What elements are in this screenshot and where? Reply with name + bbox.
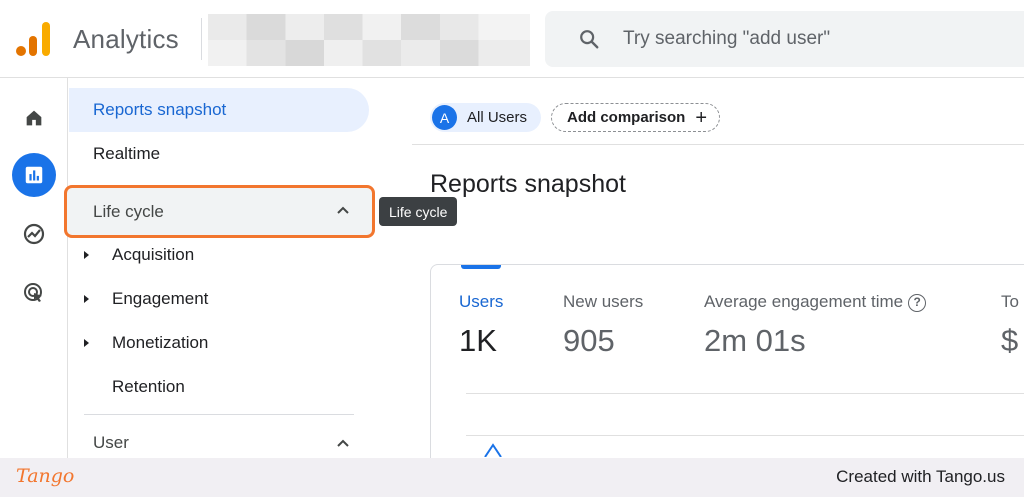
expand-arrow-icon <box>84 251 89 259</box>
explore-icon[interactable] <box>12 212 56 256</box>
metric-average-engagement-time[interactable]: Average engagement time? 2m 01s <box>704 292 927 359</box>
metric-total-revenue[interactable]: To $ <box>1001 292 1019 359</box>
account-selector-redacted[interactable] <box>208 14 530 66</box>
metric-value: $ <box>1001 323 1019 358</box>
nav-label: Reports snapshot <box>93 100 227 119</box>
chevron-up-icon <box>337 206 349 214</box>
metric-value: 1K <box>459 323 497 358</box>
search-placeholder[interactable]: Try searching "add user" <box>623 28 830 50</box>
nav-label: Engagement <box>112 289 209 308</box>
analytics-logo[interactable] <box>16 22 52 56</box>
app-title: Analytics <box>73 24 179 54</box>
nav-item-acquisition[interactable]: Acquisition <box>84 240 194 270</box>
nav-section-lifecycle[interactable]: Life cycle <box>64 185 375 238</box>
chart-line <box>484 443 502 457</box>
main-divider <box>412 144 1024 145</box>
lifecycle-label: Life cycle <box>93 202 164 221</box>
plus-icon: + <box>695 106 708 129</box>
nav-label: Realtime <box>93 144 161 163</box>
home-icon[interactable] <box>12 96 56 140</box>
expand-arrow-icon <box>84 295 89 303</box>
page-title: Reports snapshot <box>430 170 626 198</box>
nav-item-realtime[interactable]: Realtime <box>69 132 369 176</box>
chip-label: All Users <box>467 109 528 126</box>
all-users-chip[interactable]: A All Users <box>430 103 542 132</box>
chevron-up-icon[interactable] <box>335 436 351 452</box>
help-icon[interactable]: ? <box>908 294 927 312</box>
metric-new-users[interactable]: New users 905 <box>563 292 643 359</box>
nav-label: Acquisition <box>112 245 195 264</box>
tango-logo: Tango <box>16 465 75 487</box>
nav-divider <box>84 414 354 415</box>
metric-label: To <box>1001 292 1019 311</box>
footer: Tango Created with Tango.us <box>0 458 1024 497</box>
reports-icon[interactable] <box>12 153 56 197</box>
expand-arrow-icon <box>84 339 89 347</box>
top-bar: Analytics Try searching "add user" <box>0 0 1024 78</box>
nav-item-engagement[interactable]: Engagement <box>84 284 208 314</box>
nav-item-retention[interactable]: Retention <box>84 372 185 402</box>
nav-label: Retention <box>112 377 185 396</box>
left-rail <box>0 78 68 458</box>
search-icon <box>580 30 599 49</box>
chip-label: Add comparison <box>567 109 686 126</box>
metric-value: 2m 01s <box>704 323 806 358</box>
header-divider <box>201 18 202 60</box>
avatar: A <box>432 105 457 130</box>
active-tab-indicator <box>461 265 501 269</box>
metric-value: 905 <box>563 323 615 358</box>
nav-label: Monetization <box>112 333 209 352</box>
nav-item-reports-snapshot[interactable]: Reports snapshot <box>69 88 369 132</box>
add-comparison-button[interactable]: Add comparison + <box>551 103 721 132</box>
metric-label-row: Average engagement time? <box>704 292 927 312</box>
metric-label: Average engagement time <box>704 292 904 311</box>
tooltip: Life cycle <box>379 197 458 226</box>
nav-item-monetization[interactable]: Monetization <box>84 328 208 358</box>
chart-gridline <box>466 435 1024 436</box>
metric-label: Users <box>459 292 504 311</box>
metric-users[interactable]: Users 1K <box>459 292 503 359</box>
search-bar[interactable]: Try searching "add user" <box>545 11 1024 67</box>
nav-section-user[interactable]: User <box>93 433 129 453</box>
metric-label: New users <box>563 292 644 311</box>
chart-gridline <box>466 393 1024 394</box>
advertising-icon[interactable] <box>12 271 56 315</box>
footer-credit: Created with Tango.us <box>836 467 1005 486</box>
